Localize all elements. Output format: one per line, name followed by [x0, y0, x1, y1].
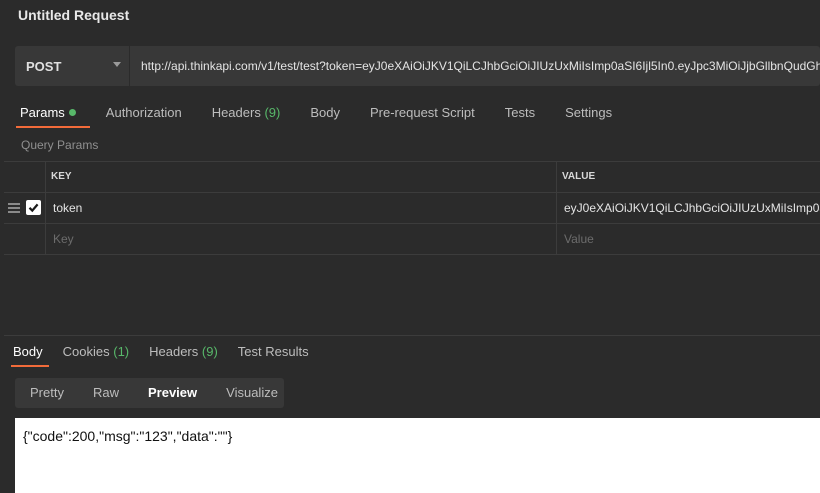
- tab-tests-label: Tests: [504, 105, 536, 120]
- params-table: KEY VALUE token eyJ0eXAiOiJKV1QiLCJhbGci…: [4, 161, 820, 255]
- response-tab-cookies[interactable]: Cookies (1): [63, 337, 129, 367]
- response-tab-test-results-label: Test Results: [237, 344, 309, 359]
- tab-headers-label: Headers: [211, 105, 261, 120]
- view-pretty[interactable]: Pretty: [15, 378, 78, 408]
- tab-authorization-label: Authorization: [105, 105, 182, 120]
- tab-params-label: Params: [20, 105, 65, 120]
- checkmark-icon: [28, 203, 39, 213]
- method-select[interactable]: POST: [15, 46, 130, 86]
- drag-handle-icon[interactable]: [8, 203, 20, 213]
- param-key-input[interactable]: token: [53, 193, 553, 223]
- query-params-label: Query Params: [21, 138, 99, 152]
- key-column-header: KEY: [51, 171, 72, 182]
- params-indicator-icon: [68, 109, 76, 116]
- response-tab-cookies-label: Cookies: [62, 344, 110, 359]
- new-value-input[interactable]: Value: [564, 224, 594, 254]
- method-label: POST: [26, 58, 62, 74]
- tab-pre-request-script-label: Pre-request Script: [369, 105, 475, 120]
- table-row: token eyJ0eXAiOiJKV1QiLCJhbGciOiJIUzUxMi…: [4, 193, 820, 224]
- tab-params[interactable]: Params: [16, 98, 90, 128]
- value-column-header: VALUE: [562, 171, 596, 182]
- view-preview[interactable]: Preview: [133, 378, 211, 408]
- request-tabs: Params Authorization Headers (9) Body Pr…: [16, 98, 642, 128]
- tab-headers-count: (9): [264, 105, 281, 120]
- tab-body[interactable]: Body: [310, 98, 340, 128]
- request-bar: POST http://api.thinkapi.com/v1/test/tes…: [15, 46, 820, 86]
- view-visualize[interactable]: Visualize: [211, 378, 292, 408]
- tab-tests[interactable]: Tests: [505, 98, 535, 128]
- tab-pre-request-script[interactable]: Pre-request Script: [370, 98, 475, 128]
- table-row-new: Key Value: [4, 224, 820, 255]
- response-body-text: {"code":200,"msg":"123","data":""}: [23, 428, 233, 444]
- tab-settings[interactable]: Settings: [565, 98, 612, 128]
- tab-authorization[interactable]: Authorization: [106, 98, 182, 128]
- response-tab-headers-label: Headers: [149, 344, 199, 359]
- new-key-input[interactable]: Key: [53, 224, 74, 254]
- response-tabs: Body Cookies (1) Headers (9) Test Result…: [11, 337, 329, 367]
- response-tab-body-label: Body: [13, 344, 43, 359]
- view-raw[interactable]: Raw: [78, 378, 133, 408]
- url-input[interactable]: http://api.thinkapi.com/v1/test/test?tok…: [141, 46, 820, 86]
- response-tab-cookies-count: (1): [113, 344, 130, 359]
- chevron-down-icon: [113, 62, 121, 67]
- response-preview-pane[interactable]: {"code":200,"msg":"123","data":""}: [15, 418, 820, 493]
- response-view-selector: Pretty Raw Preview Visualize: [15, 378, 284, 408]
- tab-settings-label: Settings: [565, 105, 613, 120]
- tab-headers[interactable]: Headers (9): [212, 98, 281, 128]
- response-tab-body[interactable]: Body: [11, 337, 49, 367]
- tab-body-label: Body: [310, 105, 340, 120]
- response-tab-headers-count: (9): [201, 344, 218, 359]
- request-title[interactable]: Untitled Request: [18, 7, 129, 23]
- param-value-input[interactable]: eyJ0eXAiOiJKV1QiLCJhbGciOiJIUzUxMiIsImp0…: [564, 193, 820, 223]
- response-divider[interactable]: [4, 335, 820, 336]
- param-enabled-checkbox[interactable]: [26, 200, 41, 215]
- params-table-header: KEY VALUE: [4, 162, 820, 193]
- response-tab-headers[interactable]: Headers (9): [149, 337, 218, 367]
- response-tab-test-results[interactable]: Test Results: [238, 337, 309, 367]
